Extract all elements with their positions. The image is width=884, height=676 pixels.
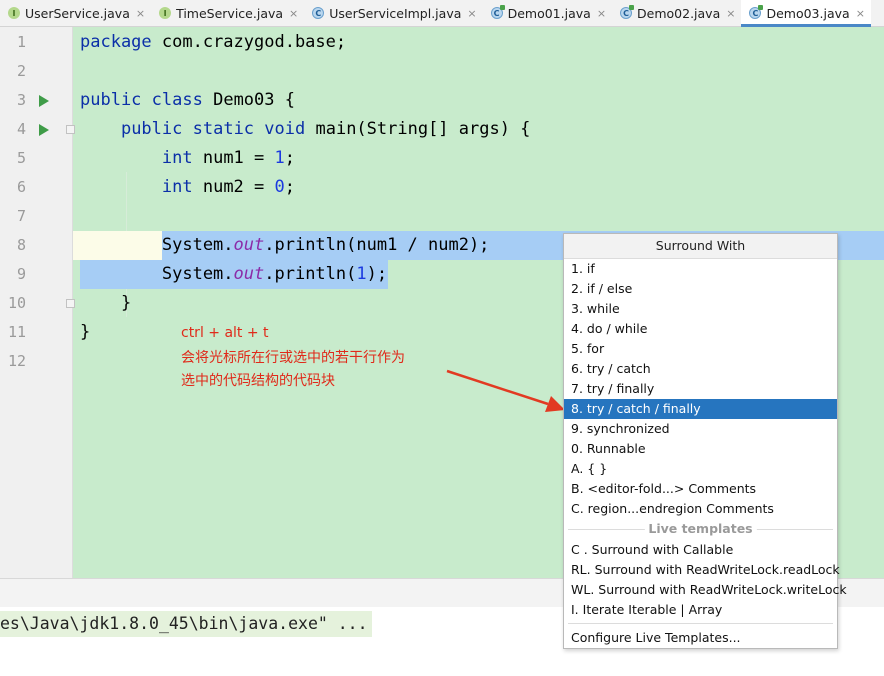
surround-option[interactable]: 3. while (564, 299, 837, 319)
surround-option[interactable]: 6. try / catch (564, 359, 837, 379)
live-template-option[interactable]: I. Iterate Iterable | Array (564, 600, 837, 620)
popup-title: Surround With (564, 234, 837, 259)
live-template-option[interactable]: WL. Surround with ReadWriteLock.writeLoc… (564, 580, 847, 600)
surround-option[interactable]: 8. try / catch / finally (564, 399, 837, 419)
surround-option[interactable]: 4. do / while (564, 319, 837, 339)
surround-option[interactable]: 9. synchronized (564, 419, 837, 439)
surround-option[interactable]: A. { } (564, 459, 837, 479)
configure-separator (564, 620, 837, 628)
surround-option[interactable]: 1. if (564, 259, 837, 279)
surround-option[interactable]: 2. if / else (564, 279, 837, 299)
live-templates-header: Live templates (644, 521, 757, 537)
surround-option[interactable]: B. <editor-fold...> Comments (564, 479, 837, 499)
surround-with-popup: Surround With 1. if 2. if / else 3. while 4… (563, 233, 847, 649)
configure-live-templates-item[interactable]: Configure Live Templates... (564, 628, 837, 648)
surround-option[interactable]: 0. Runnable (564, 439, 837, 459)
surround-option[interactable]: 5. for (564, 339, 837, 359)
console-command-line: es\Java\jdk1.8.0_45\bin\java.exe" ... (0, 611, 372, 637)
live-template-option[interactable]: RL. Surround with ReadWriteLock.readLock (564, 560, 840, 580)
surround-option[interactable]: C. region...endregion Comments (564, 499, 837, 519)
surround-option[interactable]: 7. try / finally (564, 379, 837, 399)
live-templates-separator: Live templates (564, 519, 837, 540)
live-template-option[interactable]: C . Surround with Callable (564, 540, 837, 560)
